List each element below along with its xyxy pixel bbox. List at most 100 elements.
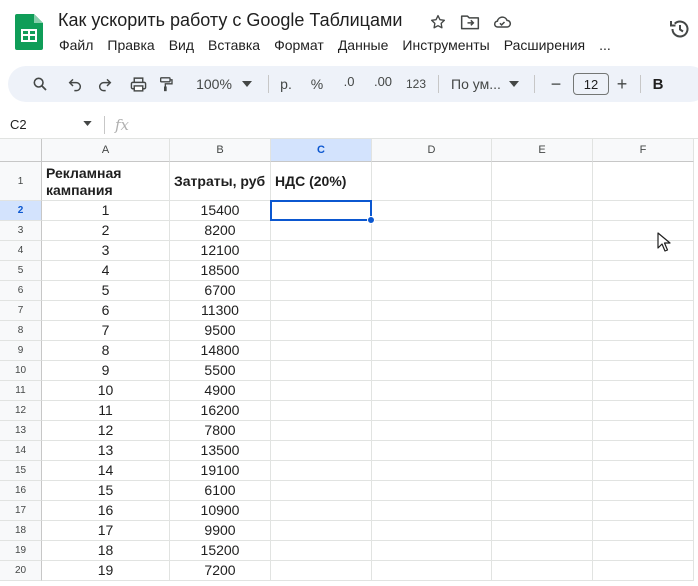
cell-a20[interactable]: 19 xyxy=(42,561,170,581)
cell-d1[interactable] xyxy=(372,162,492,201)
row-header[interactable]: 4 xyxy=(0,241,42,261)
cell-a1[interactable]: Рекламная кампания xyxy=(42,162,170,201)
cell-e17[interactable] xyxy=(492,501,593,521)
cell-f1[interactable] xyxy=(593,162,694,201)
menu-tools[interactable]: Инструменты xyxy=(395,36,496,54)
increase-decimals-button[interactable]: .00 xyxy=(368,66,398,102)
cell-c2[interactable] xyxy=(271,201,372,221)
cell-a19[interactable]: 18 xyxy=(42,541,170,561)
cell-a4[interactable]: 3 xyxy=(42,241,170,261)
redo-icon[interactable] xyxy=(93,66,117,102)
cell-f15[interactable] xyxy=(593,461,694,481)
menu-file[interactable]: Файл xyxy=(52,36,100,54)
cell-e16[interactable] xyxy=(492,481,593,501)
cell-f16[interactable] xyxy=(593,481,694,501)
cell-f5[interactable] xyxy=(593,261,694,281)
cell-b1[interactable]: Затраты, руб xyxy=(170,162,271,201)
cell-b11[interactable]: 4900 xyxy=(170,381,271,401)
cell-d10[interactable] xyxy=(372,361,492,381)
cell-c11[interactable] xyxy=(271,381,372,401)
cell-f20[interactable] xyxy=(593,561,694,581)
row-header[interactable]: 13 xyxy=(0,421,42,441)
cell-a11[interactable]: 10 xyxy=(42,381,170,401)
cell-a10[interactable]: 9 xyxy=(42,361,170,381)
cell-b13[interactable]: 7800 xyxy=(170,421,271,441)
cell-d13[interactable] xyxy=(372,421,492,441)
cell-d3[interactable] xyxy=(372,221,492,241)
cell-f4[interactable] xyxy=(593,241,694,261)
cell-e6[interactable] xyxy=(492,281,593,301)
cell-a7[interactable]: 6 xyxy=(42,301,170,321)
cell-f9[interactable] xyxy=(593,341,694,361)
cell-c12[interactable] xyxy=(271,401,372,421)
cell-b3[interactable]: 8200 xyxy=(170,221,271,241)
cell-d12[interactable] xyxy=(372,401,492,421)
row-header[interactable]: 17 xyxy=(0,501,42,521)
cell-e14[interactable] xyxy=(492,441,593,461)
cell-f14[interactable] xyxy=(593,441,694,461)
cell-b7[interactable]: 11300 xyxy=(170,301,271,321)
cell-c3[interactable] xyxy=(271,221,372,241)
cell-a14[interactable]: 13 xyxy=(42,441,170,461)
cell-a3[interactable]: 2 xyxy=(42,221,170,241)
row-header[interactable]: 5 xyxy=(0,261,42,281)
column-header-b[interactable]: B xyxy=(170,139,271,162)
cell-e13[interactable] xyxy=(492,421,593,441)
select-all-corner[interactable] xyxy=(0,139,42,162)
formula-input[interactable] xyxy=(140,115,690,135)
name-box[interactable]: C2 xyxy=(10,117,27,132)
cell-a9[interactable]: 8 xyxy=(42,341,170,361)
row-header[interactable]: 14 xyxy=(0,441,42,461)
cell-d4[interactable] xyxy=(372,241,492,261)
cell-c8[interactable] xyxy=(271,321,372,341)
font-size-input[interactable]: 12 xyxy=(573,73,609,95)
print-icon[interactable] xyxy=(126,66,150,102)
cell-d18[interactable] xyxy=(372,521,492,541)
cell-c4[interactable] xyxy=(271,241,372,261)
cell-e11[interactable] xyxy=(492,381,593,401)
cell-a2[interactable]: 1 xyxy=(42,201,170,221)
cell-e4[interactable] xyxy=(492,241,593,261)
paint-format-icon[interactable] xyxy=(154,66,178,102)
cell-b19[interactable]: 15200 xyxy=(170,541,271,561)
cell-c1[interactable]: НДС (20%) xyxy=(271,162,372,201)
cell-b5[interactable]: 18500 xyxy=(170,261,271,281)
undo-icon[interactable] xyxy=(63,66,87,102)
cell-d6[interactable] xyxy=(372,281,492,301)
cell-d9[interactable] xyxy=(372,341,492,361)
cell-f2[interactable] xyxy=(593,201,694,221)
star-icon[interactable] xyxy=(428,12,448,32)
cell-f8[interactable] xyxy=(593,321,694,341)
cell-b16[interactable]: 6100 xyxy=(170,481,271,501)
row-header[interactable]: 1 xyxy=(0,162,42,201)
cell-b9[interactable]: 14800 xyxy=(170,341,271,361)
row-header[interactable]: 16 xyxy=(0,481,42,501)
cell-c15[interactable] xyxy=(271,461,372,481)
cell-d15[interactable] xyxy=(372,461,492,481)
cell-f12[interactable] xyxy=(593,401,694,421)
cell-e8[interactable] xyxy=(492,321,593,341)
cell-c17[interactable] xyxy=(271,501,372,521)
font-family-select[interactable]: По ум... xyxy=(445,66,505,102)
sheets-logo-icon[interactable] xyxy=(15,14,43,50)
menu-extensions[interactable]: Расширения xyxy=(497,36,592,54)
row-header[interactable]: 15 xyxy=(0,461,42,481)
row-header[interactable]: 3 xyxy=(0,221,42,241)
cell-c20[interactable] xyxy=(271,561,372,581)
cell-f17[interactable] xyxy=(593,501,694,521)
menu-insert[interactable]: Вставка xyxy=(201,36,267,54)
row-header[interactable]: 2 xyxy=(0,201,42,221)
cell-d2[interactable] xyxy=(372,201,492,221)
row-header[interactable]: 19 xyxy=(0,541,42,561)
cell-c14[interactable] xyxy=(271,441,372,461)
cell-e19[interactable] xyxy=(492,541,593,561)
column-header-d[interactable]: D xyxy=(372,139,492,162)
cell-f6[interactable] xyxy=(593,281,694,301)
cell-a18[interactable]: 17 xyxy=(42,521,170,541)
cell-b4[interactable]: 12100 xyxy=(170,241,271,261)
chevron-down-icon[interactable] xyxy=(83,121,92,126)
column-header-a[interactable]: A xyxy=(42,139,170,162)
row-header[interactable]: 12 xyxy=(0,401,42,421)
cell-e7[interactable] xyxy=(492,301,593,321)
move-folder-icon[interactable] xyxy=(460,12,480,32)
